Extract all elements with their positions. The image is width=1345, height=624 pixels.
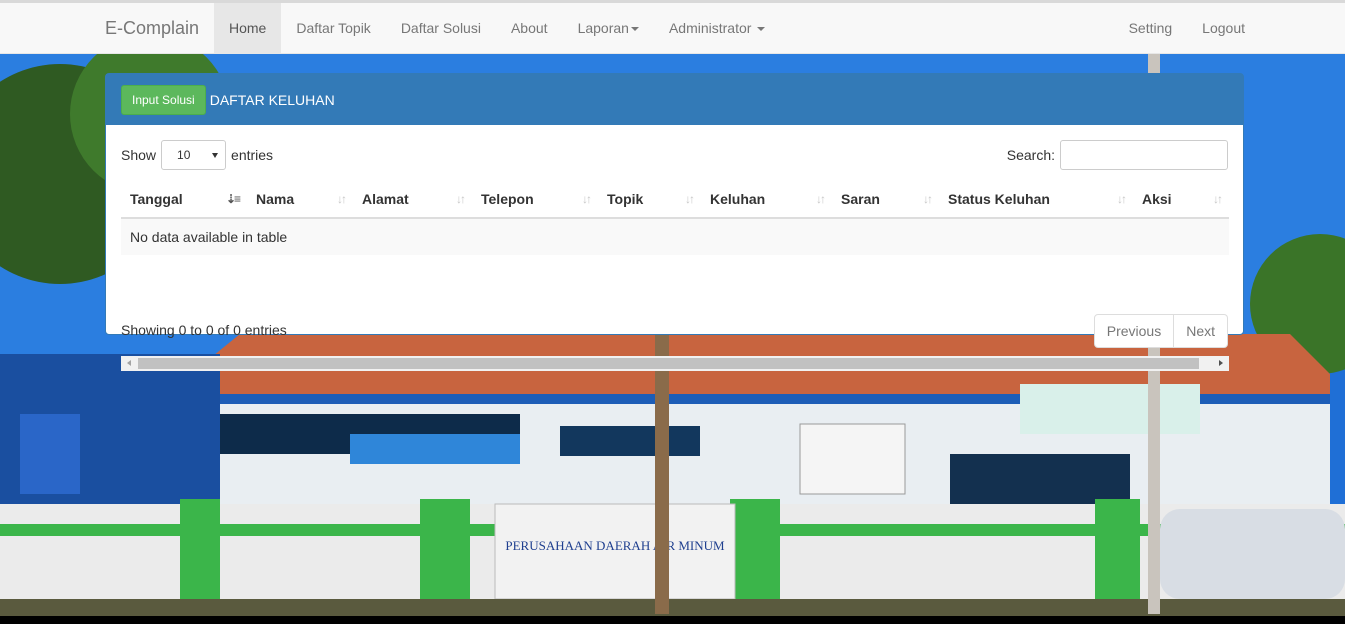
sort-icon: ↓↑ xyxy=(816,192,826,206)
table-header-row: Tanggal ⇣≡ Nama ↓↑ Alamat ↓↑ Telepon ↓↑ Topi… xyxy=(121,180,1229,219)
column-label: Tanggal xyxy=(130,190,183,207)
nav-left: Home Daftar Topik Daftar Solusi About La… xyxy=(214,3,780,54)
column-label: Saran xyxy=(841,190,880,207)
sort-icon: ↓↑ xyxy=(923,192,933,206)
column-header-telepon[interactable]: Telepon ↓↑ xyxy=(472,180,598,219)
sort-icon: ↓↑ xyxy=(456,192,466,206)
column-header-aksi[interactable]: Aksi ↓↑ xyxy=(1133,180,1229,219)
select-arrow-icon xyxy=(212,153,219,158)
sort-icon: ↓↑ xyxy=(337,192,347,206)
complaints-table: Tanggal ⇣≡ Nama ↓↑ Alamat ↓↑ Telepon ↓↑ Topi… xyxy=(121,180,1229,255)
column-header-tanggal[interactable]: Tanggal ⇣≡ xyxy=(121,180,247,219)
nav-laporan-label: Laporan xyxy=(577,20,629,36)
sort-icon: ↓↑ xyxy=(582,192,592,206)
nav-daftar-solusi-label: Daftar Solusi xyxy=(400,20,481,36)
nav-administrator-dropdown[interactable]: Administrator xyxy=(654,3,780,54)
sort-asc-icon: ⇣≡ xyxy=(225,192,241,206)
input-solusi-button[interactable]: Input Solusi xyxy=(121,84,206,115)
panel-body: Show 10 entries Search: Tanggal ⇣≡ Nama ↓↑… xyxy=(106,125,1243,371)
nav-daftar-topik[interactable]: Daftar Topik xyxy=(281,3,385,54)
previous-button[interactable]: Previous xyxy=(1093,314,1175,348)
scroll-right-icon[interactable] xyxy=(1219,360,1223,366)
nav-setting[interactable]: Setting xyxy=(1114,3,1188,54)
sort-icon: ↓↑ xyxy=(1213,192,1223,206)
table-row: No data available in table xyxy=(121,218,1229,255)
column-header-keluhan[interactable]: Keluhan ↓↑ xyxy=(701,180,832,219)
nav-administrator-label: Administrator xyxy=(668,20,752,36)
nav-about-label: About xyxy=(510,20,548,36)
column-label: Keluhan xyxy=(710,190,766,207)
panel-heading: Input Solusi DAFTAR KELUHAN xyxy=(106,74,1243,125)
column-header-nama[interactable]: Nama ↓↑ xyxy=(247,180,353,219)
nav-logout-label: Logout xyxy=(1202,20,1245,36)
entries-select-value: 10 xyxy=(177,148,191,162)
scrollbar-thumb[interactable] xyxy=(138,358,1199,369)
entries-select[interactable]: 10 xyxy=(161,140,227,170)
nav-laporan-dropdown[interactable]: Laporan xyxy=(563,3,654,54)
panel-title: DAFTAR KELUHAN xyxy=(209,91,335,108)
column-label: Status Keluhan xyxy=(948,190,1050,207)
column-header-alamat[interactable]: Alamat ↓↑ xyxy=(353,180,472,219)
sort-icon: ↓↑ xyxy=(685,192,695,206)
nav-logout[interactable]: Logout xyxy=(1187,3,1260,54)
brand-link[interactable]: E-Complain xyxy=(105,3,199,54)
column-label: Telepon xyxy=(481,190,534,207)
column-header-topik[interactable]: Topik ↓↑ xyxy=(598,180,701,219)
search-control: Search: xyxy=(1007,140,1228,170)
next-button[interactable]: Next xyxy=(1174,314,1228,348)
nav-about[interactable]: About xyxy=(496,3,563,54)
column-label: Nama xyxy=(256,190,295,207)
column-label: Topik xyxy=(607,190,644,207)
empty-table-message: No data available in table xyxy=(121,218,1229,255)
entries-label: entries xyxy=(231,147,274,163)
nav-home-label: Home xyxy=(229,20,267,36)
caret-down-icon xyxy=(757,27,766,32)
entries-length-control: Show 10 entries xyxy=(121,140,273,170)
sort-icon: ↓↑ xyxy=(1117,192,1127,206)
sign-text: PERUSAHAAN DAERAH AIR MINUM xyxy=(505,538,725,553)
column-label: Alamat xyxy=(362,190,409,207)
nav-setting-label: Setting xyxy=(1128,20,1173,36)
horizontal-scrollbar[interactable] xyxy=(121,356,1229,371)
caret-down-icon xyxy=(630,27,639,32)
search-label: Search: xyxy=(1006,147,1055,163)
nav-right: Setting Logout xyxy=(1114,3,1260,54)
nav-daftar-topik-label: Daftar Topik xyxy=(296,20,371,36)
column-label: Aksi xyxy=(1142,190,1172,207)
pagination: Previous Next xyxy=(1093,314,1228,348)
complaints-panel: Input Solusi DAFTAR KELUHAN Show 10 entr… xyxy=(105,73,1244,371)
show-label: Show xyxy=(121,147,157,163)
nav-daftar-solusi[interactable]: Daftar Solusi xyxy=(386,3,496,54)
scroll-left-icon[interactable] xyxy=(127,360,131,366)
table-info: Showing 0 to 0 of 0 entries xyxy=(121,322,287,338)
column-header-saran[interactable]: Saran ↓↑ xyxy=(832,180,939,219)
nav-home[interactable]: Home xyxy=(214,3,282,54)
column-header-status-keluhan[interactable]: Status Keluhan ↓↑ xyxy=(939,180,1133,219)
search-input[interactable] xyxy=(1060,140,1228,170)
top-navbar: E-Complain Home Daftar Topik Daftar Solu… xyxy=(0,0,1345,54)
